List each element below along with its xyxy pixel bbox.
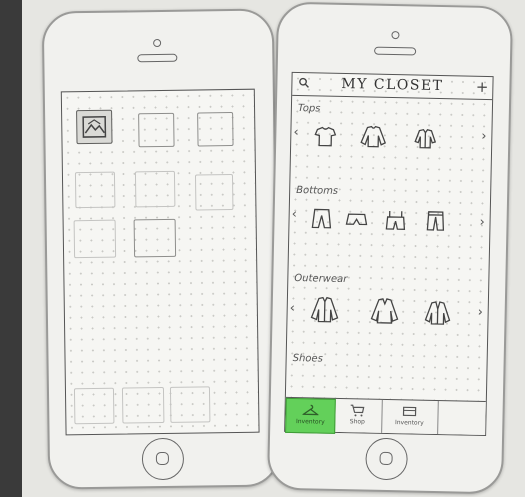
left-screen — [60, 88, 260, 436]
tab-more[interactable] — [437, 401, 486, 435]
category-label-bottoms: Bottoms — [296, 185, 339, 197]
tab-label — [438, 402, 486, 403]
grid-tile[interactable] — [73, 219, 117, 259]
coat-item[interactable] — [369, 297, 400, 326]
home-button[interactable] — [141, 437, 185, 481]
scroll-left-arrow[interactable]: ‹ — [293, 125, 299, 140]
closet-screen: MY CLOSET + Tops ‹ › Bottoms ‹ › Outerwe… — [284, 71, 494, 437]
overalls-item[interactable] — [383, 209, 407, 231]
camera-dot — [391, 30, 400, 40]
hanger-icon — [302, 403, 319, 417]
card-icon — [401, 404, 417, 418]
grid-tile[interactable] — [194, 173, 234, 211]
dock-tile[interactable] — [121, 386, 165, 424]
home-button-square — [155, 451, 170, 466]
overalls-icon — [385, 210, 406, 230]
blazer-icon — [424, 301, 451, 325]
tab-shop[interactable]: Shop — [333, 398, 383, 433]
grid-tile[interactable] — [134, 170, 176, 208]
app-header: MY CLOSET + — [292, 72, 493, 101]
speaker-slot — [374, 46, 417, 56]
shirt-item[interactable] — [413, 127, 437, 149]
tab-label: Inventory — [394, 419, 424, 427]
scroll-right-arrow[interactable]: › — [481, 129, 487, 144]
tab-bar: Inventory Shop Inventory — [285, 396, 486, 436]
scroll-left-arrow[interactable]: ‹ — [292, 207, 298, 222]
scroll-right-arrow[interactable]: › — [479, 215, 485, 230]
shorts-icon — [345, 213, 368, 226]
tshirt-item[interactable] — [313, 125, 337, 147]
tab-card[interactable]: Inventory — [381, 399, 439, 435]
tab-inventory[interactable]: Inventory — [285, 397, 336, 434]
camera-dot — [153, 38, 162, 48]
image-tile[interactable] — [76, 109, 113, 145]
longsleeve-icon — [360, 125, 387, 148]
blazer-item[interactable] — [423, 300, 452, 327]
tshirt-icon — [314, 126, 337, 147]
scroll-left-arrow[interactable]: ‹ — [290, 301, 296, 316]
page-title: MY CLOSET — [341, 75, 444, 95]
trousers-icon — [426, 211, 445, 231]
category-label-outerwear: Outerwear — [294, 273, 348, 286]
add-button[interactable]: + — [476, 78, 489, 96]
home-button-square — [379, 451, 393, 466]
shorts-item[interactable] — [345, 212, 368, 226]
tab-label: Inventory — [295, 418, 325, 426]
dock-tile[interactable] — [73, 387, 115, 425]
tab-label: Shop — [349, 418, 365, 426]
jacket-item[interactable] — [309, 295, 340, 324]
shirt-icon — [414, 128, 437, 149]
coat-icon — [370, 298, 399, 324]
pants-icon — [311, 208, 332, 229]
right-phone-sketch: MY CLOSET + Tops ‹ › Bottoms ‹ › Outerwe… — [266, 1, 514, 495]
dock-tile[interactable] — [169, 386, 211, 423]
grid-tile[interactable] — [74, 171, 116, 209]
category-label-tops: Tops — [297, 103, 321, 115]
category-label-shoes: Shoes — [292, 352, 323, 365]
scroll-right-arrow[interactable]: › — [478, 305, 484, 320]
pants-item[interactable] — [309, 207, 333, 229]
home-button[interactable] — [365, 437, 409, 481]
grid-tile[interactable] — [197, 111, 234, 147]
trousers-item[interactable] — [423, 210, 447, 232]
grid-tile[interactable] — [133, 218, 177, 258]
image-icon — [82, 116, 107, 138]
left-phone-sketch — [41, 8, 281, 490]
cart-icon — [349, 403, 365, 417]
grid-tile[interactable] — [138, 112, 175, 148]
speaker-slot — [137, 53, 178, 63]
jacket-icon — [310, 296, 339, 323]
longsleeve-item[interactable] — [359, 124, 387, 149]
